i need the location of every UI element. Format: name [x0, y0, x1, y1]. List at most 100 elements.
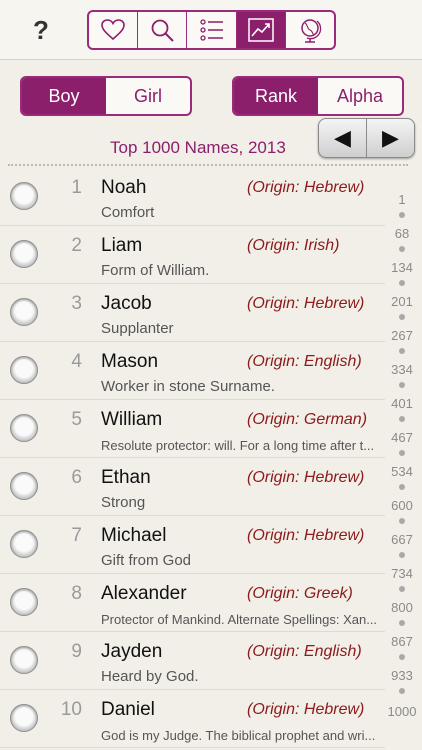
origin-label: (Origin: Hebrew)	[247, 469, 365, 486]
select-radio[interactable]	[10, 298, 38, 326]
rank-number: 9	[71, 641, 82, 662]
list-item[interactable]: 3 Jacob (Origin: Hebrew) Supplanter	[0, 284, 385, 342]
meaning-text: Gift from God	[101, 552, 192, 569]
meaning-text: Comfort	[101, 204, 155, 221]
rank-number: 3	[71, 293, 82, 314]
index-dot	[399, 518, 405, 524]
name-label: Noah	[101, 177, 147, 198]
names-list: 1 Noah (Origin: Hebrew) Comfort 2 Liam (…	[0, 168, 385, 748]
gender-boy-button[interactable]: Boy	[22, 78, 106, 114]
index-label[interactable]: 600	[384, 498, 420, 513]
gender-selector: Boy Girl	[20, 76, 192, 116]
list-item[interactable]: 6 Ethan (Origin: Hebrew) Strong	[0, 458, 385, 516]
sort-alpha-button[interactable]: Alpha	[318, 78, 402, 114]
index-label[interactable]: 267	[384, 328, 420, 343]
index-label[interactable]: 68	[384, 226, 420, 241]
origin-label: (Origin: Hebrew)	[247, 179, 365, 196]
index-dot	[399, 484, 405, 490]
select-radio[interactable]	[10, 240, 38, 268]
previous-button[interactable]: ◀	[319, 119, 367, 157]
index-dot	[399, 552, 405, 558]
index-dot	[399, 382, 405, 388]
select-radio[interactable]	[10, 182, 38, 210]
search-icon	[151, 19, 175, 42]
index-label[interactable]: 867	[384, 634, 420, 649]
rank-number: 8	[71, 583, 82, 604]
tab-trends[interactable]	[236, 12, 286, 48]
meaning-text: Protector of Mankind. Alternate Spelling…	[101, 612, 378, 627]
origin-label: (Origin: English)	[247, 643, 362, 660]
origin-label: (Origin: Greek)	[247, 585, 353, 602]
index-label[interactable]: 201	[384, 294, 420, 309]
index-dot	[399, 450, 405, 456]
index-dot	[399, 314, 405, 320]
heart-icon	[101, 19, 125, 41]
name-label: Michael	[101, 525, 167, 546]
index-label[interactable]: 933	[384, 668, 420, 683]
help-button[interactable]: ?	[26, 14, 56, 46]
origin-label: (Origin: Hebrew)	[247, 295, 365, 312]
index-dot	[399, 246, 405, 252]
origin-label: (Origin: English)	[247, 353, 362, 370]
rank-number: 4	[71, 351, 82, 372]
index-dot	[399, 212, 405, 218]
meaning-text: Heard by God.	[101, 668, 199, 685]
dotted-divider	[8, 164, 408, 166]
list-item[interactable]: 4 Mason (Origin: English) Worker in ston…	[0, 342, 385, 400]
list-item[interactable]: 8 Alexander (Origin: Greek) Protector of…	[0, 574, 385, 632]
rank-index-scrubber[interactable]: 1 68 134 201 267 334 401 467 534 600 667…	[384, 168, 420, 750]
index-label[interactable]: 134	[384, 260, 420, 275]
origin-label: (Origin: Hebrew)	[247, 527, 365, 544]
name-label: William	[101, 409, 163, 430]
select-radio[interactable]	[10, 530, 38, 558]
index-label[interactable]: 734	[384, 566, 420, 581]
index-label[interactable]: 800	[384, 600, 420, 615]
list-icon	[199, 19, 223, 41]
name-label: Daniel	[101, 699, 155, 720]
select-radio[interactable]	[10, 704, 38, 732]
index-dot	[399, 348, 405, 354]
select-radio[interactable]	[10, 472, 38, 500]
sort-rank-button[interactable]: Rank	[234, 78, 318, 114]
index-label[interactable]: 1	[384, 192, 420, 207]
index-label[interactable]: 467	[384, 430, 420, 445]
list-title: Top 1000 Names, 2013	[110, 138, 286, 157]
name-label: Liam	[101, 235, 143, 256]
year-navigation: ◀ ▶	[318, 118, 415, 158]
select-radio[interactable]	[10, 414, 38, 442]
name-label: Ethan	[101, 467, 151, 488]
name-label: Jayden	[101, 641, 163, 662]
index-label[interactable]: 1000	[384, 704, 420, 719]
trend-chart-icon	[247, 18, 274, 42]
tab-favorites[interactable]	[89, 12, 139, 48]
gender-girl-button[interactable]: Girl	[106, 78, 190, 114]
list-item[interactable]: 9 Jayden (Origin: English) Heard by God.	[0, 632, 385, 690]
list-item[interactable]: 10 Daniel (Origin: Hebrew) God is my Jud…	[0, 690, 385, 748]
index-dot	[399, 416, 405, 422]
select-radio[interactable]	[10, 356, 38, 384]
next-button[interactable]: ▶	[367, 119, 414, 157]
rank-number: 5	[71, 409, 82, 430]
origin-label: (Origin: Irish)	[247, 237, 340, 254]
tab-origins[interactable]	[286, 12, 334, 48]
list-item[interactable]: 2 Liam (Origin: Irish) Form of William.	[0, 226, 385, 284]
index-label[interactable]: 667	[384, 532, 420, 547]
select-radio[interactable]	[10, 646, 38, 674]
list-item[interactable]: 1 Noah (Origin: Hebrew) Comfort	[0, 168, 385, 226]
list-item[interactable]: 5 William (Origin: German) Resolute prot…	[0, 400, 385, 458]
select-radio[interactable]	[10, 588, 38, 616]
index-label[interactable]: 534	[384, 464, 420, 479]
tab-list[interactable]	[187, 12, 237, 48]
index-label[interactable]: 334	[384, 362, 420, 377]
index-label[interactable]: 401	[384, 396, 420, 411]
name-label: Alexander	[101, 583, 187, 604]
rank-number: 7	[71, 525, 82, 546]
origin-label: (Origin: Hebrew)	[247, 701, 365, 718]
tab-search[interactable]	[138, 12, 188, 48]
list-item[interactable]: 7 Michael (Origin: Hebrew) Gift from God	[0, 516, 385, 574]
index-dot	[399, 586, 405, 592]
meaning-text: God is my Judge. The biblical prophet an…	[101, 728, 376, 743]
meaning-text: Strong	[101, 494, 146, 511]
globe-icon	[301, 19, 322, 43]
rank-number: 10	[60, 699, 82, 720]
